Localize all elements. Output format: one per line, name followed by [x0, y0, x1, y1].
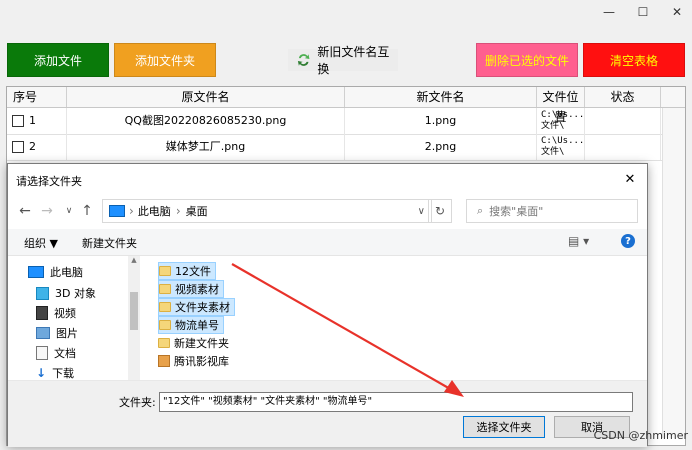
watermark: CSDN @zhmimer: [593, 429, 688, 442]
annotation-arrow-icon: [231, 263, 464, 397]
